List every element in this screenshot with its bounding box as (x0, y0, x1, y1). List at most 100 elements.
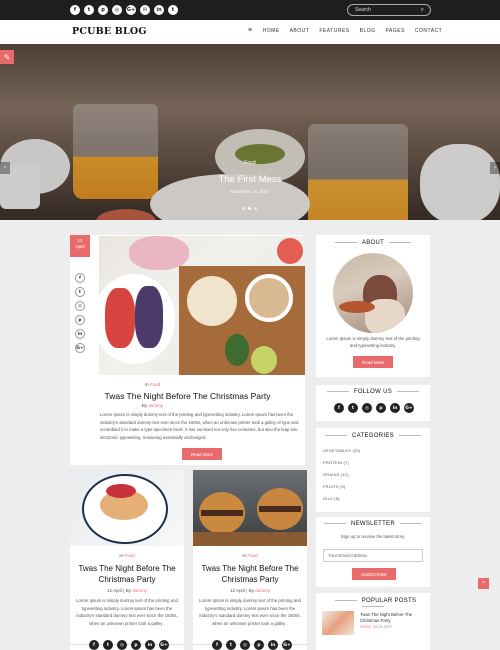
nav-features[interactable]: FEATURES (319, 28, 349, 34)
image-patty (201, 510, 243, 516)
back-to-top-button[interactable]: ^ (478, 578, 489, 589)
nav-home[interactable]: HOME (263, 28, 280, 34)
search-input[interactable]: Search ⌕ (347, 4, 431, 16)
instagram-icon[interactable]: ◎ (362, 403, 372, 413)
about-text: Lorem Ipsum is simply dummy text of the … (326, 336, 420, 348)
image-patty (259, 506, 301, 512)
instagram-icon[interactable]: ◎ (117, 640, 127, 650)
post-category: In Food (242, 553, 258, 558)
category-link[interactable]: Food (150, 382, 160, 387)
google-plus-icon[interactable]: G+ (126, 5, 136, 15)
email-icon[interactable]: ✉ (140, 5, 150, 15)
post-image[interactable] (193, 470, 307, 546)
featured-post-title[interactable]: Twas The Night Before The Christmas Part… (70, 391, 305, 401)
menu-icon[interactable]: ≡ (248, 27, 253, 34)
slider-dot[interactable] (254, 207, 257, 210)
image-bowl (187, 276, 237, 326)
post-image[interactable] (70, 470, 184, 546)
nav-pages[interactable]: PAGES (386, 28, 405, 34)
pinterest-icon[interactable]: p (98, 5, 108, 15)
linkedin-icon[interactable]: in (154, 5, 164, 15)
pinterest-icon[interactable]: p (75, 315, 85, 325)
site-header: PCUBE BLOG ≡ HOME ABOUT FEATURES BLOG PA… (0, 20, 500, 44)
instagram-icon[interactable]: ◎ (75, 301, 85, 311)
hero-title[interactable]: The First Mess (0, 174, 500, 185)
edit-icon[interactable]: ✎ (0, 50, 14, 64)
author-link[interactable]: dummy (132, 588, 147, 593)
image-bowl (245, 274, 293, 322)
category-list: VEGETABLES (25) PROTEIN (7) GRAINS (12) … (323, 448, 360, 508)
subscribe-button[interactable]: SUBSCRIBE (352, 568, 396, 580)
follow-widget: FOLLOW US f t ◎ p in G+ (316, 385, 430, 421)
twitter-icon[interactable]: t (348, 403, 358, 413)
slider-dot[interactable] (242, 207, 245, 210)
pinterest-icon[interactable]: p (376, 403, 386, 413)
post-title[interactable]: Twas The Night Before The Christmas Part… (74, 563, 180, 585)
google-plus-icon[interactable]: G+ (75, 343, 85, 353)
facebook-icon[interactable]: f (212, 640, 222, 650)
google-plus-icon[interactable]: G+ (159, 640, 169, 650)
post-card: In Food Twas The Night Before The Christ… (193, 470, 307, 650)
site-logo[interactable]: PCUBE BLOG (72, 26, 147, 37)
category-link[interactable]: Food (124, 553, 134, 558)
email-field[interactable]: Your Email Address (323, 549, 423, 562)
linkedin-icon[interactable]: in (268, 640, 278, 650)
instagram-icon[interactable]: ◎ (240, 640, 250, 650)
category-item-vegetables[interactable]: VEGETABLES (25) (323, 448, 360, 460)
popular-post-title[interactable]: Twas The Night Before The Christmas Part… (360, 612, 426, 624)
pinterest-icon[interactable]: p (254, 640, 264, 650)
facebook-icon[interactable]: f (75, 273, 85, 283)
facebook-icon[interactable]: f (89, 640, 99, 650)
linkedin-icon[interactable]: in (390, 403, 400, 413)
nav-about[interactable]: ABOUT (290, 28, 310, 34)
post-title[interactable]: Twas The Night Before The Christmas Part… (197, 563, 303, 585)
hero-slider[interactable]: ✎ ‹ › Food The First Mess November 15, 2… (0, 44, 500, 220)
nav-blog[interactable]: BLOG (360, 28, 376, 34)
widget-title: ABOUT (316, 240, 430, 246)
main-nav: ≡ HOME ABOUT FEATURES BLOG PAGES CONTACT (248, 27, 442, 34)
author-link[interactable]: dummy (148, 403, 163, 408)
twitter-icon[interactable]: t (75, 287, 85, 297)
read-more-button[interactable]: Read More (182, 448, 222, 460)
search-icon[interactable]: ⌕ (421, 7, 424, 14)
photo-food-plate (339, 301, 375, 313)
share-icons: f t ◎ p in G+ (212, 640, 292, 650)
featured-post-image[interactable] (99, 236, 305, 375)
category-item-protein[interactable]: PROTEIN (7) (323, 460, 360, 472)
category-item-grains[interactable]: GRAINS (12) (323, 472, 360, 484)
image-berries (106, 484, 136, 498)
image-flowers (129, 236, 189, 270)
google-plus-icon[interactable]: G+ (282, 640, 292, 650)
image-fruit (277, 238, 303, 264)
post-meta: 12 April | By dummy (107, 588, 147, 593)
category-link[interactable]: Food (247, 553, 257, 558)
twitter-icon[interactable]: t (84, 5, 94, 15)
facebook-icon[interactable]: f (334, 403, 344, 413)
featured-post-author: By dummy (141, 403, 164, 408)
slider-dots (242, 207, 257, 210)
pinterest-icon[interactable]: p (131, 640, 141, 650)
newsletter-subtitle: Sign up to receive the latest story. (340, 534, 406, 539)
widget-title: POPULAR POSTS (316, 598, 430, 610)
instagram-icon[interactable]: ◎ (112, 5, 122, 15)
linkedin-icon[interactable]: in (145, 640, 155, 650)
linkedin-icon[interactable]: in (75, 329, 85, 339)
image-lime (251, 346, 277, 374)
hero-category[interactable]: Food (0, 160, 500, 166)
facebook-icon[interactable]: f (70, 5, 80, 15)
twitter-icon[interactable]: t (226, 640, 236, 650)
category-item-oils[interactable]: OILS (5) (323, 496, 360, 508)
popular-post-thumbnail[interactable] (322, 611, 354, 635)
top-social-bar: f t p ◎ G+ ✉ in t Search ⌕ (0, 0, 500, 20)
slider-dot-active[interactable] (248, 207, 251, 210)
google-plus-icon[interactable]: G+ (404, 403, 414, 413)
category-item-fruits[interactable]: FRUITS (9) (323, 484, 360, 496)
post-card: In Food Twas The Night Before The Christ… (70, 470, 184, 650)
nav-contact[interactable]: CONTACT (415, 28, 442, 34)
about-read-more-button[interactable]: Read More (353, 356, 393, 368)
tumblr-icon[interactable]: t (168, 5, 178, 15)
twitter-icon[interactable]: t (103, 640, 113, 650)
popular-posts-widget: POPULAR POSTS Twas The Night Before The … (316, 593, 430, 650)
categories-widget: CATEGORIES VEGETABLES (25) PROTEIN (7) G… (316, 428, 430, 512)
author-link[interactable]: dummy (255, 588, 270, 593)
